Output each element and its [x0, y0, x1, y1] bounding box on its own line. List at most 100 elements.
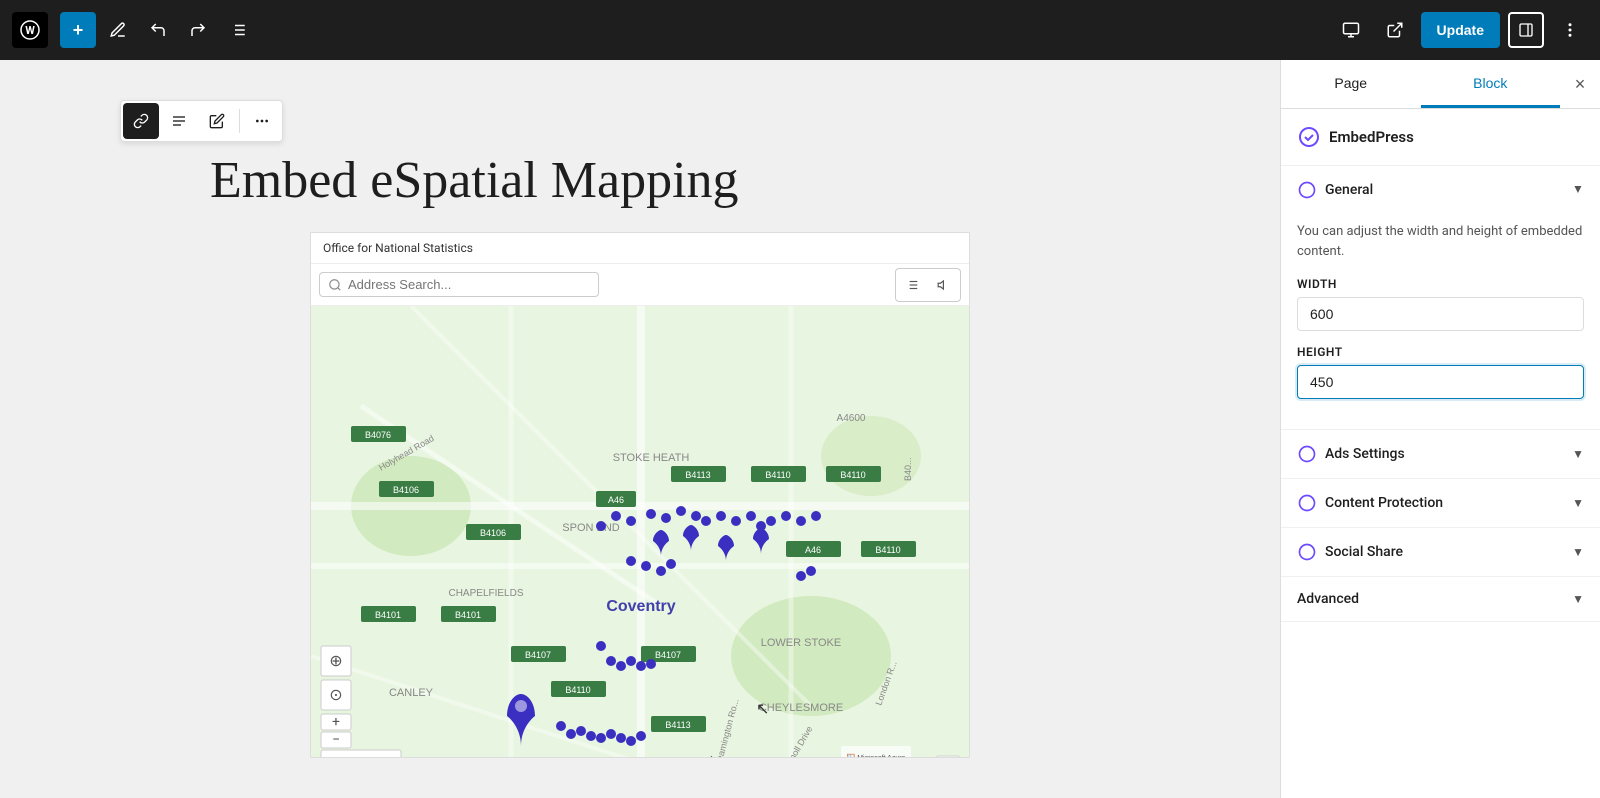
- svg-text:⊕: ⊕: [329, 651, 342, 670]
- svg-text:+: +: [332, 714, 340, 730]
- svg-text:B4113: B4113: [665, 720, 690, 730]
- sidebar-toggle-button[interactable]: [1508, 12, 1544, 48]
- main-toolbar: W + Update: [0, 0, 1600, 60]
- embedpress-icon: [1297, 125, 1321, 149]
- sidebar-header: Page Block ×: [1281, 60, 1600, 109]
- svg-text:B4107: B4107: [525, 650, 551, 660]
- svg-text:B4106: B4106: [480, 528, 506, 538]
- svg-text:A46: A46: [608, 495, 624, 505]
- svg-text:A46: A46: [805, 545, 821, 555]
- section-social-share-header[interactable]: Social Share ▼: [1281, 528, 1600, 576]
- width-label: WIDTH: [1297, 277, 1584, 291]
- section-general-header[interactable]: General ▲: [1281, 166, 1600, 214]
- ads-title: Ads Settings: [1325, 446, 1405, 462]
- content-protection-chevron: ▼: [1572, 496, 1584, 510]
- height-label: HEIGHT: [1297, 345, 1584, 359]
- svg-text:B4106: B4106: [393, 485, 419, 495]
- section-content-protection-header-left: Content Protection: [1297, 493, 1443, 513]
- section-advanced-header[interactable]: Advanced ▼: [1281, 577, 1600, 621]
- section-content-protection-header[interactable]: Content Protection ▼: [1281, 479, 1600, 527]
- section-ads-header[interactable]: Ads Settings ▼: [1281, 430, 1600, 478]
- svg-text:B40...: B40...: [903, 458, 913, 482]
- block-toolbar: [120, 100, 283, 142]
- map-audio-button[interactable]: [928, 269, 960, 301]
- height-input[interactable]: [1297, 365, 1584, 399]
- tab-block[interactable]: Block: [1421, 61, 1561, 108]
- update-button[interactable]: Update: [1421, 12, 1500, 48]
- more-options-button[interactable]: [1552, 12, 1588, 48]
- section-advanced: Advanced ▼: [1281, 577, 1600, 622]
- svg-text:CHEYLESMORE: CHEYLESMORE: [759, 702, 843, 714]
- svg-text:B4110: B4110: [765, 470, 790, 480]
- general-icon: [1297, 180, 1317, 200]
- editor-area: Embed eSpatial Mapping Office for Nation…: [0, 60, 1280, 798]
- social-share-chevron: ▼: [1572, 545, 1584, 559]
- general-chevron: ▲: [1572, 183, 1584, 197]
- section-social-share: Social Share ▼: [1281, 528, 1600, 577]
- preview-button[interactable]: [1377, 12, 1413, 48]
- toolbar-right: Update: [1333, 12, 1588, 48]
- svg-text:↖: ↖: [756, 699, 769, 718]
- ons-label: Office for National Statistics: [323, 241, 473, 255]
- advanced-title: Advanced: [1297, 591, 1359, 607]
- view-button[interactable]: [1333, 12, 1369, 48]
- toolbar-divider: [239, 109, 240, 133]
- svg-text:B4110: B4110: [875, 545, 900, 555]
- svg-text:B4101: B4101: [375, 610, 401, 620]
- svg-text:B4110: B4110: [840, 470, 865, 480]
- tools-button[interactable]: [100, 12, 136, 48]
- svg-text:CANLEY: CANLEY: [389, 687, 434, 699]
- map-svg-area[interactable]: B4076 B4106 B4106 B4101 B4101 B4107 B410…: [311, 306, 969, 758]
- align-button[interactable]: [161, 103, 197, 139]
- content-protection-title: Content Protection: [1325, 495, 1443, 511]
- width-input[interactable]: [1297, 297, 1584, 331]
- general-title: General: [1325, 182, 1373, 198]
- embedpress-header: EmbedPress: [1281, 109, 1600, 166]
- tab-page[interactable]: Page: [1281, 61, 1421, 108]
- embed-block-button[interactable]: [123, 103, 159, 139]
- section-general-header-left: General: [1297, 180, 1373, 200]
- section-advanced-header-left: Advanced: [1297, 591, 1359, 607]
- add-block-button[interactable]: +: [60, 12, 96, 48]
- section-content-protection: Content Protection ▼: [1281, 479, 1600, 528]
- sidebar-close-button[interactable]: ×: [1560, 60, 1600, 108]
- svg-text:B4076: B4076: [365, 430, 391, 440]
- address-search-input[interactable]: [348, 277, 528, 292]
- svg-text:SPON END: SPON END: [562, 522, 620, 534]
- general-content: You can adjust the width and height of e…: [1281, 214, 1600, 429]
- svg-text:B4110: B4110: [565, 685, 590, 695]
- svg-text:Coventry: Coventry: [606, 598, 675, 615]
- svg-text:W: W: [25, 24, 35, 37]
- svg-text:LOWER STOKE: LOWER STOKE: [761, 637, 841, 649]
- main-area: Embed eSpatial Mapping Office for Nation…: [0, 60, 1600, 798]
- page-title[interactable]: Embed eSpatial Mapping: [210, 150, 1070, 212]
- block-more-button[interactable]: [244, 103, 280, 139]
- svg-text:⤴: ⤴: [701, 756, 715, 758]
- map-header: Office for National Statistics: [311, 233, 969, 264]
- svg-text:B4101: B4101: [455, 610, 481, 620]
- section-general: General ▲ You can adjust the width and h…: [1281, 166, 1600, 430]
- embedpress-title: EmbedPress: [1329, 128, 1414, 146]
- svg-text:⊙: ⊙: [329, 685, 342, 704]
- social-share-title: Social Share: [1325, 544, 1403, 560]
- svg-text:CHAPELFIELDS: CHAPELFIELDS: [448, 588, 523, 599]
- section-ads-header-left: Ads Settings: [1297, 444, 1405, 464]
- map-search[interactable]: [319, 272, 599, 297]
- list-view-button[interactable]: [220, 12, 256, 48]
- section-ads-settings: Ads Settings ▼: [1281, 430, 1600, 479]
- redo-button[interactable]: [180, 12, 216, 48]
- wp-logo[interactable]: W: [12, 12, 48, 48]
- map-container: Office for National Statistics: [310, 232, 970, 758]
- sidebar: Page Block × EmbedPress General ▲: [1280, 60, 1600, 798]
- section-social-share-header-left: Social Share: [1297, 542, 1403, 562]
- map-list-button[interactable]: [896, 269, 928, 301]
- svg-text:−: −: [332, 732, 340, 748]
- svg-text:STOKE HEATH: STOKE HEATH: [613, 452, 690, 464]
- edit-button[interactable]: [199, 103, 235, 139]
- svg-text:A4600: A4600: [837, 413, 866, 424]
- ads-icon: [1297, 444, 1317, 464]
- general-description: You can adjust the width and height of e…: [1297, 222, 1584, 261]
- svg-text:B4107: B4107: [655, 650, 681, 660]
- undo-button[interactable]: [140, 12, 176, 48]
- ads-chevron: ▼: [1572, 447, 1584, 461]
